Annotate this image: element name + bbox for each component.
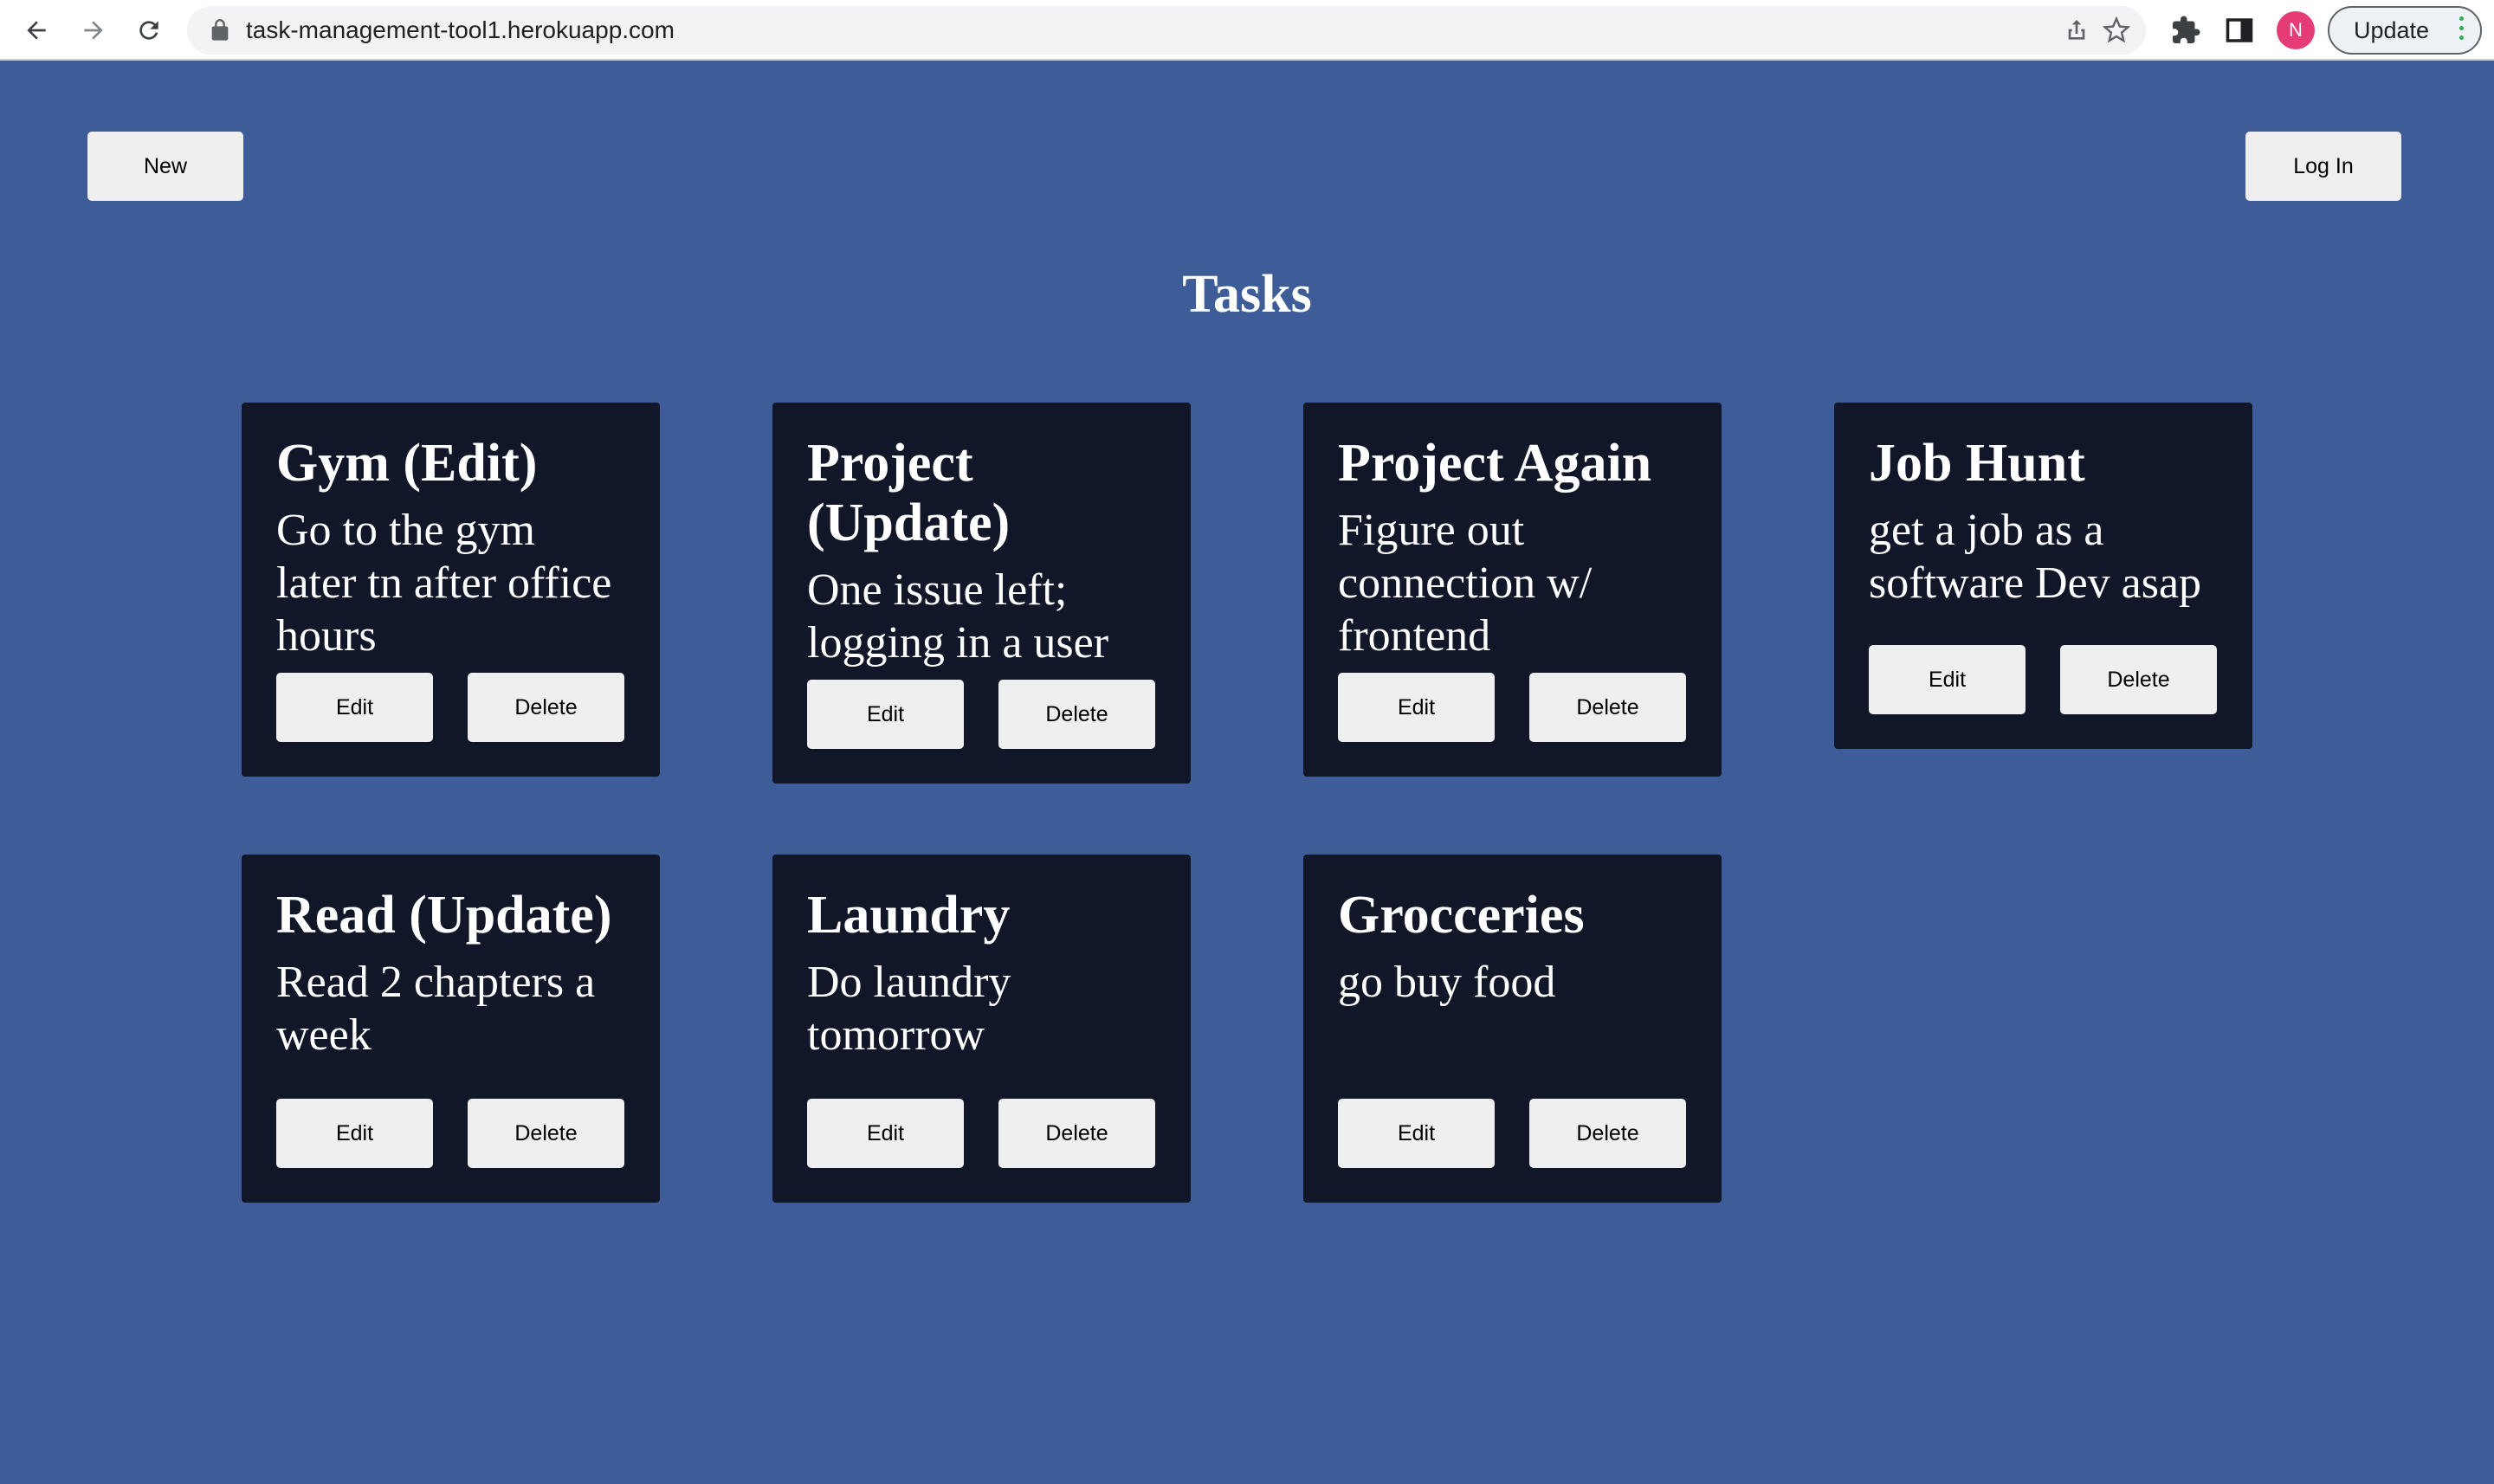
- task-actions: Edit Delete: [807, 1099, 1155, 1168]
- task-actions: Edit Delete: [1869, 645, 2217, 714]
- delete-button[interactable]: Delete: [468, 1099, 624, 1168]
- task-card: Project (Update) One issue left; logging…: [772, 403, 1191, 784]
- task-title: Laundry: [807, 886, 1011, 945]
- delete-button[interactable]: Delete: [468, 673, 624, 742]
- page-title: Tasks: [1182, 265, 1312, 324]
- task-actions: Edit Delete: [276, 673, 624, 742]
- side-panel-icon[interactable]: [2224, 15, 2255, 46]
- task-description: Read 2 chapters a week: [276, 958, 596, 1060]
- delete-button[interactable]: Delete: [2060, 645, 2217, 714]
- share-icon[interactable]: [2063, 16, 2090, 44]
- reload-icon: [139, 21, 158, 40]
- delete-button[interactable]: Delete: [998, 680, 1155, 749]
- task-actions: Edit Delete: [276, 1099, 624, 1168]
- task-title: Project Again: [1338, 434, 1652, 493]
- task-actions: Edit Delete: [1338, 1099, 1686, 1168]
- update-label: Update: [2354, 17, 2430, 43]
- browser-update-button[interactable]: Update: [2328, 6, 2482, 55]
- task-card: Job Hunt get a job as a software Dev asa…: [1834, 403, 2252, 749]
- forward-arrow-icon: [84, 21, 103, 40]
- task-description: Do laundry tomorrow: [807, 958, 1011, 1060]
- new-task-button[interactable]: New: [87, 132, 243, 201]
- task-description: Figure out connection w/ frontend: [1338, 506, 1593, 661]
- back-button[interactable]: [17, 11, 55, 49]
- edit-button[interactable]: Edit: [1869, 645, 2026, 714]
- task-title: Read (Update): [276, 886, 612, 945]
- task-title: Grocceries: [1338, 886, 1585, 945]
- delete-button[interactable]: Delete: [1529, 673, 1686, 742]
- address-bar[interactable]: task-management-tool1.herokuapp.com: [187, 6, 2146, 55]
- task-card: Gym (Edit) Go to the gym later tn after …: [242, 403, 660, 777]
- task-description: One issue left; logging in a user: [807, 565, 1109, 668]
- forward-button[interactable]: [74, 11, 113, 49]
- edit-button[interactable]: Edit: [1338, 673, 1495, 742]
- task-description: go buy food: [1338, 958, 1556, 1007]
- edit-button[interactable]: Edit: [276, 1099, 433, 1168]
- task-actions: Edit Delete: [1338, 673, 1686, 742]
- task-description: get a job as a software Dev asap: [1869, 506, 2202, 608]
- url-text[interactable]: task-management-tool1.herokuapp.com: [246, 6, 675, 55]
- browser-toolbar: task-management-tool1.herokuapp.com N Up…: [0, 0, 2494, 61]
- lock-icon: [211, 19, 229, 41]
- task-title: Gym (Edit): [276, 434, 538, 493]
- edit-button[interactable]: Edit: [807, 1099, 964, 1168]
- delete-button[interactable]: Delete: [1529, 1099, 1686, 1168]
- profile-avatar[interactable]: N: [2277, 11, 2315, 49]
- edit-button[interactable]: Edit: [1338, 1099, 1495, 1168]
- star-icon[interactable]: [2103, 16, 2130, 44]
- task-actions: Edit Delete: [807, 680, 1155, 749]
- puzzle-icon[interactable]: [2170, 15, 2201, 46]
- login-button[interactable]: Log In: [2245, 132, 2401, 201]
- task-title: Project (Update): [807, 434, 1011, 552]
- task-card: Laundry Do laundry tomorrow Edit Delete: [772, 855, 1191, 1203]
- edit-button[interactable]: Edit: [276, 673, 433, 742]
- reload-button[interactable]: [130, 11, 168, 49]
- back-arrow-icon: [27, 21, 46, 40]
- task-card: Grocceries go buy food Edit Delete: [1303, 855, 1722, 1203]
- delete-button[interactable]: Delete: [998, 1099, 1155, 1168]
- task-description: Go to the gym later tn after office hour…: [276, 506, 612, 661]
- task-title: Job Hunt: [1869, 434, 2085, 493]
- task-card: Read (Update) Read 2 chapters a week Edi…: [242, 855, 660, 1203]
- more-menu-icon: [2459, 16, 2465, 44]
- task-card: Project Again Figure out connection w/ f…: [1303, 403, 1722, 777]
- edit-button[interactable]: Edit: [807, 680, 964, 749]
